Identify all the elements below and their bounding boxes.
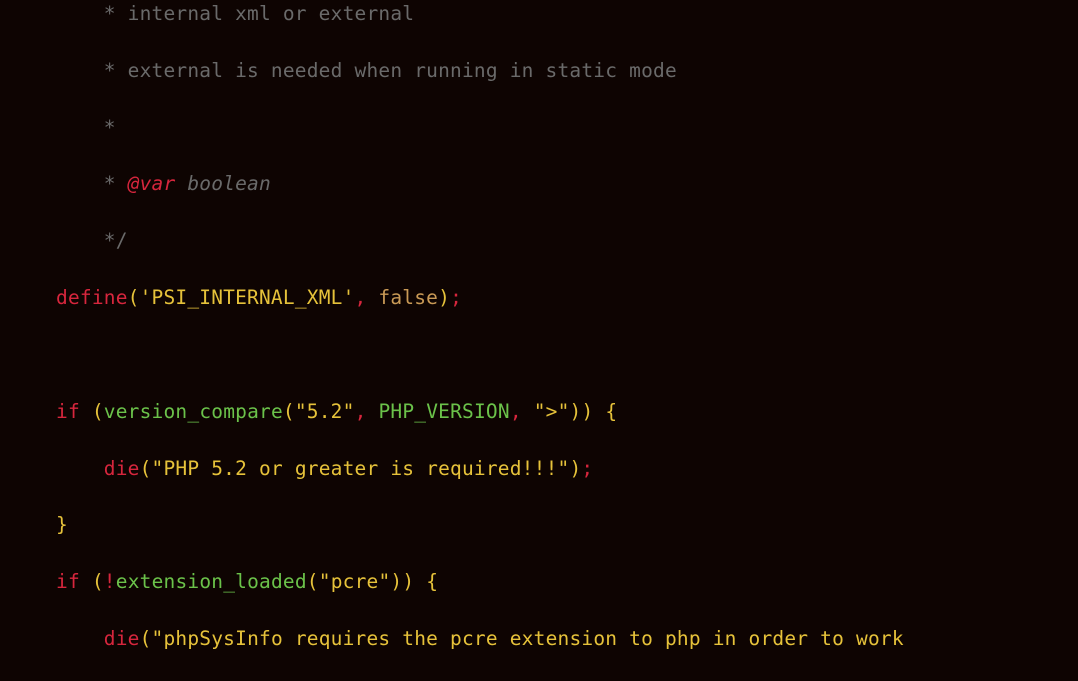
paren: ( xyxy=(128,286,140,309)
code-line: } xyxy=(56,511,1078,539)
string-literal: "PHP 5.2 or greater is required!!!" xyxy=(152,457,570,480)
code-line: die("phpSysInfo requires the pcre extens… xyxy=(56,625,1078,653)
code-line: define('PSI_INTERNAL_XML', false); xyxy=(56,284,1078,312)
string-literal: 'PSI_INTERNAL_XML' xyxy=(140,286,355,309)
fn-version-compare: version_compare xyxy=(104,400,283,423)
code-line: * external is needed when running in sta… xyxy=(56,57,1078,85)
comment-close: */ xyxy=(104,229,128,252)
string-literal: "phpSysInfo requires the pcre extension … xyxy=(152,627,904,650)
paren: ) xyxy=(569,457,581,480)
string-literal: "pcre" xyxy=(319,570,391,593)
code-editor[interactable]: * internal xml or external * external is… xyxy=(0,0,1078,681)
paren: ( xyxy=(140,457,152,480)
comment-text: * internal xml or external xyxy=(104,2,414,25)
paren: ) xyxy=(438,286,450,309)
paren: ( xyxy=(92,570,104,593)
keyword-die: die xyxy=(104,457,140,480)
fn-extension-loaded: extension_loaded xyxy=(116,570,307,593)
semicolon: ; xyxy=(581,457,593,480)
paren: ( xyxy=(283,400,295,423)
code-line: * internal xml or external xyxy=(56,0,1078,28)
comment-text: * xyxy=(104,116,116,139)
code-line: * xyxy=(56,114,1078,142)
code-line: die("PHP 5.2 or greater is required!!!")… xyxy=(56,455,1078,483)
comma: , xyxy=(355,400,367,423)
paren: ( xyxy=(140,627,152,650)
keyword-if: if xyxy=(56,570,80,593)
paren: )) xyxy=(390,570,414,593)
keyword-define: define xyxy=(56,286,128,309)
annotation-word: boolean xyxy=(175,172,271,195)
string-literal: ">" xyxy=(534,400,570,423)
annotation-at: @var xyxy=(128,172,176,195)
brace: } xyxy=(56,513,68,536)
code-line: if (version_compare("5.2", PHP_VERSION, … xyxy=(56,398,1078,426)
comma: , xyxy=(355,286,367,309)
keyword-if: if xyxy=(56,400,80,423)
code-line: if (!extension_loaded("pcre")) { xyxy=(56,568,1078,596)
string-literal: "5.2" xyxy=(295,400,355,423)
blank-line xyxy=(56,341,1078,369)
literal-false: false xyxy=(378,286,438,309)
code-line: */ xyxy=(56,227,1078,255)
comment-text: * external is needed when running in sta… xyxy=(104,59,677,82)
comment-star: * xyxy=(104,172,128,195)
semicolon: ; xyxy=(450,286,462,309)
code-line: * @var boolean xyxy=(56,170,1078,198)
paren: )) xyxy=(570,400,594,423)
comma: , xyxy=(510,400,522,423)
paren: ( xyxy=(307,570,319,593)
keyword-die: die xyxy=(104,627,140,650)
brace: { xyxy=(426,570,438,593)
paren: ( xyxy=(92,400,104,423)
const-phpversion: PHP_VERSION xyxy=(378,400,509,423)
op-not: ! xyxy=(104,570,116,593)
brace: { xyxy=(605,400,617,423)
